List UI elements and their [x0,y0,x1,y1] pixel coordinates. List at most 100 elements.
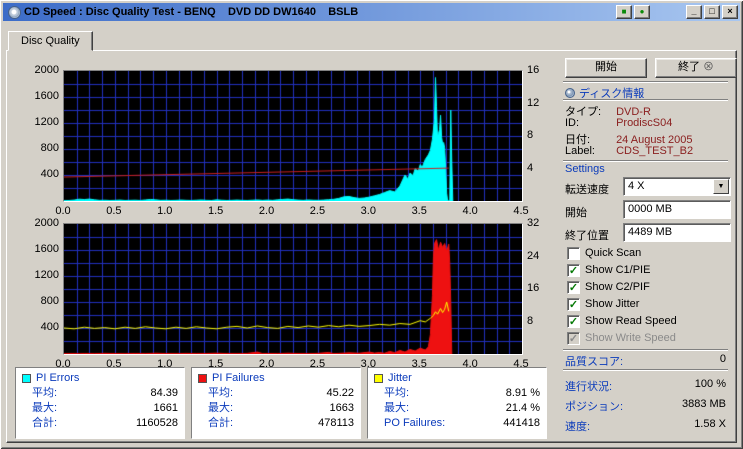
axis-tick: 32 [527,217,540,229]
stat-row: 最大: 1661 [22,401,178,416]
axis-tick: 3.0 [360,358,376,370]
axis-tick: 3.5 [411,205,427,217]
checkbox-label: Show Read Speed [585,315,677,327]
axis-tick: 0.5 [106,205,122,217]
axis-tick: 16 [527,64,540,76]
quality-score-row: 品質スコア: 0 [565,353,726,369]
speed-readout-value: 1.58 X [694,418,726,430]
stat-value: 84.39 [150,387,178,399]
stat-label: 平均: [384,387,410,399]
axis-tick: 0.0 [55,358,71,370]
stat-label: 合計: [208,417,234,429]
stat-row: 平均: 84.39 [22,386,178,401]
checkbox-label: Show C2/PIF [585,281,650,293]
pi-failures-chart [63,223,523,355]
start-position-field[interactable]: 0000 MB [623,200,731,219]
pi-failures-swatch [198,373,207,383]
axis-tick: 2.5 [309,205,326,217]
axis-tick: 4.5 [513,205,529,217]
chevron-down-icon[interactable]: ▼ [713,179,729,194]
position-row: ポジション: 3883 MB [565,398,726,414]
stat-title-label: Jitter [388,372,412,384]
axis-tick: 4 [527,161,534,174]
speed-combobox[interactable]: 4 X ▼ [623,177,731,196]
maximize-button[interactable]: □ [704,5,720,19]
axis-tick: 2.0 [258,205,275,217]
position-value: 3883 MB [681,398,726,410]
divider [563,369,728,371]
disc-id-value: ProdiscS04 [616,117,673,129]
stat-title: PI Errors [22,370,178,386]
axis-tick: 8 [527,129,534,141]
stop-button[interactable]: 終了 ⊗ [655,58,737,78]
disc-id-label: ID: [565,117,580,129]
settings-header-label: Settings [565,163,605,175]
chart-icon[interactable]: ■ [616,5,632,19]
app-window: CD Speed : Disc Quality Test - BENQ DVD … [0,0,743,449]
checkbox-show-write-speed: ✓ Show Write Speed [567,331,676,345]
disc-label-value: CDS_TEST_B2 [616,145,694,157]
checkbox-show-c1-pie[interactable]: ✓ Show C1/PIE [567,263,650,277]
minimize-button[interactable]: _ [686,5,702,19]
stat-row: PO Failures: 441418 [374,416,540,431]
disc-icon [565,88,575,98]
stat-row: 最大: 21.4 % [374,401,540,416]
app-disc-icon[interactable] [8,5,21,19]
close-button[interactable]: × [722,5,738,19]
settings-header: Settings [565,163,605,175]
axis-tick: 4.5 [513,358,529,370]
speed-label: 転送速度 [565,184,609,196]
checkbox-box: ✓ [567,280,580,294]
end-position-value: 4489 MB [628,226,673,238]
axis-tick: 2000 [34,64,59,76]
progress-row: 進行状況: 100 % [565,378,726,394]
pi-errors-panel: PI Errors 平均: 84.39 最大: 1661 合計: 1160528 [15,367,185,439]
axis-tick: 2.0 [258,358,275,370]
stat-row: 平均: 8.91 % [374,386,540,401]
disc-record-icon[interactable]: ● [634,5,650,19]
checkbox-label: Show Jitter [585,298,640,310]
axis-tick: 2000 [34,217,59,229]
end-position-label: 終了位置 [565,230,609,242]
axis-tick: 400 [40,321,59,333]
tab-disc-quality[interactable]: Disc Quality [8,31,93,51]
pi-failures-panel: PI Failures 平均: 45.22 最大: 1663 合計: 478113 [191,367,361,439]
checkbox-box: ✓ [567,297,580,311]
stop-button-label: 終了 [677,61,700,73]
checkbox-label: Quick Scan [585,247,642,259]
axis-tick: 1600 [34,90,59,102]
jitter-swatch [374,373,383,383]
divider [563,99,728,101]
stat-label: 平均: [208,387,234,399]
pi-errors-chart [63,70,523,202]
stat-value: 1663 [329,402,354,414]
divider [563,160,728,162]
checkbox-show-read-speed[interactable]: ✓ Show Read Speed [567,314,677,328]
axis-tick: 24 [527,249,540,262]
position-label: ポジション: [565,401,624,413]
axis-tick: 3.5 [411,358,427,370]
stat-row: 合計: 1160528 [22,416,178,431]
stat-value: 45.22 [326,387,354,399]
stat-value: 21.4 % [505,402,540,414]
checkbox-show-jitter[interactable]: ✓ Show Jitter [567,297,639,311]
start-position-value: 0000 MB [628,203,673,215]
end-position-field[interactable]: 4489 MB [623,223,731,242]
axis-tick: 800 [40,142,59,154]
axis-tick: 4.0 [462,205,478,217]
start-button[interactable]: 開始 [565,58,647,78]
axis-tick: 1.5 [208,205,224,217]
stat-row: 平均: 45.22 [198,386,354,401]
checkbox-box [567,246,580,260]
axis-tick: 1.5 [208,358,224,370]
axis-tick: 3.0 [360,205,376,217]
axis-tick: 400 [40,168,59,180]
stat-label: 平均: [32,387,58,399]
checkbox-label: Show Write Speed [585,332,676,344]
checkbox-show-c2-pif[interactable]: ✓ Show C2/PIF [567,280,650,294]
axis-tick: 1.0 [157,358,173,370]
stat-value: 1661 [153,402,178,414]
axis-tick: 8 [527,314,534,327]
checkbox-quick-scan[interactable]: Quick Scan [567,246,641,260]
stat-value: 1160528 [135,417,178,429]
